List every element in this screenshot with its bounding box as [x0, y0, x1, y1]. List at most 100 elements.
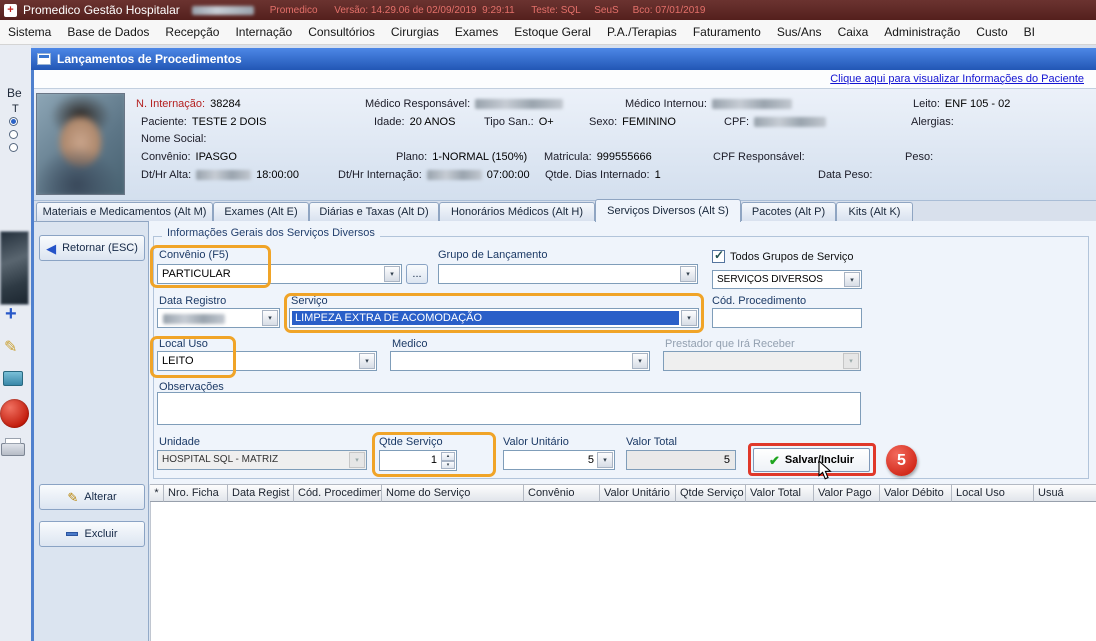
field-label: Idade: — [374, 116, 405, 128]
grid-col-data-regist[interactable]: Data Regist — [228, 484, 294, 502]
app-title: Promedico Gestão Hospitalar — [23, 3, 180, 17]
field-label: Dt/Hr Internação: — [338, 169, 422, 181]
pencil-icon: ✎ — [67, 491, 78, 504]
alterar-button[interactable]: ✎ Alterar — [39, 484, 145, 510]
field-data-peso: Data Peso: — [818, 169, 872, 181]
record-icon[interactable] — [0, 399, 29, 428]
tab-pacotes[interactable]: Pacotes (Alt P) — [741, 202, 836, 221]
background-toolbar-icon[interactable] — [3, 371, 23, 386]
menu-pa-terapias[interactable]: P.A./Terapias — [599, 25, 685, 39]
dropdown-arrow-icon[interactable]: ▾ — [844, 272, 860, 287]
cod-procedimento-input[interactable] — [712, 308, 862, 328]
menu-faturamento[interactable]: Faturamento — [685, 25, 769, 39]
local-uso-select[interactable]: LEITO ▾ — [157, 351, 377, 371]
menu-estoque-geral[interactable]: Estoque Geral — [506, 25, 599, 39]
field-medico-internou: Médico Internou: — [625, 98, 792, 110]
todos-grupos-checkbox[interactable]: ✓ — [712, 250, 725, 263]
grid-col-valor-total[interactable]: Valor Total — [746, 484, 814, 502]
spinner-buttons[interactable]: ▴ ▾ — [441, 452, 455, 469]
field-value: O+ — [539, 116, 554, 128]
menu-sistema[interactable]: Sistema — [0, 25, 59, 39]
field-label: Leito: — [913, 98, 940, 110]
tab-materiais-medicamentos[interactable]: Materiais e Medicamentos (Alt M) — [36, 202, 213, 221]
patient-photo — [36, 93, 125, 195]
dropdown-arrow-icon[interactable]: ▾ — [349, 452, 365, 468]
spinner-down-icon[interactable]: ▾ — [441, 461, 455, 470]
grid-col-qtde-servico[interactable]: Qtde Serviço — [676, 484, 746, 502]
field-nome-social: Nome Social: — [141, 133, 206, 145]
valor-total-label: Valor Total — [626, 436, 677, 448]
dropdown-arrow-icon[interactable]: ▾ — [632, 353, 648, 369]
grid-col-cod-procedimento[interactable]: Cód. Procediment — [294, 484, 382, 502]
menu-exames[interactable]: Exames — [447, 25, 506, 39]
app-logo-icon: + — [4, 4, 17, 17]
redacted-value — [427, 170, 482, 180]
menu-caixa[interactable]: Caixa — [830, 25, 877, 39]
dropdown-arrow-icon[interactable]: ▾ — [680, 266, 696, 282]
retornar-button[interactable]: ◀ Retornar (ESC) — [39, 235, 145, 261]
grupo-lancamento-select[interactable]: ▾ — [438, 264, 698, 284]
radio-button[interactable] — [9, 143, 18, 152]
field-cpf: CPF: — [724, 116, 826, 128]
grid-col-nro-ficha[interactable]: Nro. Ficha — [164, 484, 228, 502]
spinner-up-icon[interactable]: ▴ — [441, 452, 455, 461]
medico-select[interactable]: ▾ — [390, 351, 650, 371]
menu-sus-ans[interactable]: Sus/Ans — [769, 25, 830, 39]
grupo-servico-select[interactable]: SERVIÇOS DIVERSOS ▾ — [712, 270, 862, 289]
menu-consultorios[interactable]: Consultórios — [300, 25, 383, 39]
grid-col-nome-servico[interactable]: Nome do Serviço — [382, 484, 524, 502]
menu-cirurgias[interactable]: Cirurgias — [383, 25, 447, 39]
field-dt-hr-alta: Dt/Hr Alta: 18:00:00 — [141, 169, 299, 181]
grid-col-valor-pago[interactable]: Valor Pago — [814, 484, 880, 502]
menu-custo[interactable]: Custo — [968, 25, 1015, 39]
servico-value: LIMPEZA EXTRA DE ACOMODAÇÃO — [292, 311, 679, 325]
convenio-select[interactable]: PARTICULAR ▾ — [157, 264, 402, 284]
field-label: Dt/Hr Alta: — [141, 169, 191, 181]
redacted-value — [196, 170, 251, 180]
menu-administracao[interactable]: Administração — [876, 25, 968, 39]
servico-select[interactable]: LIMPEZA EXTRA DE ACOMODAÇÃO ▾ — [289, 308, 699, 328]
tab-servicos-diversos[interactable]: Serviços Diversos (Alt S) — [595, 199, 741, 222]
grid-col-convenio[interactable]: Convênio — [524, 484, 600, 502]
tab-kits[interactable]: Kits (Alt K) — [836, 202, 913, 221]
valor-unitario-select[interactable]: 5 ▾ — [503, 450, 615, 470]
menu-bi[interactable]: BI — [1016, 25, 1043, 39]
back-arrow-icon: ◀ — [46, 242, 56, 255]
grid-col-valor-unitario[interactable]: Valor Unitário — [600, 484, 676, 502]
field-matricula: Matricula: 999555666 — [544, 151, 652, 163]
menu-internacao[interactable]: Internação — [227, 25, 300, 39]
menu-base-de-dados[interactable]: Base de Dados — [59, 25, 157, 39]
data-registro-select[interactable]: ▾ — [157, 308, 280, 328]
tab-diarias-taxas[interactable]: Diárias e Taxas (Alt D) — [309, 202, 439, 221]
convenio-browse-button[interactable]: ... — [406, 264, 428, 284]
qtde-servico-stepper[interactable]: 1 ▴ ▾ — [379, 450, 457, 471]
field-value: IPASGO — [196, 151, 237, 163]
excluir-button[interactable]: Excluir — [39, 521, 145, 547]
grid-body[interactable] — [150, 502, 1096, 641]
tab-honorarios-medicos[interactable]: Honorários Médicos (Alt H) — [439, 202, 595, 221]
dropdown-arrow-icon[interactable]: ▾ — [359, 353, 375, 369]
radio-button[interactable] — [9, 130, 18, 139]
field-label: Alergias: — [911, 116, 954, 128]
window-icon — [37, 53, 51, 65]
field-label: CPF Responsável: — [713, 151, 805, 163]
medico-label: Medico — [392, 338, 427, 350]
unidade-select[interactable]: HOSPITAL SQL - MATRIZ ▾ — [157, 450, 367, 470]
dropdown-arrow-icon[interactable]: ▾ — [597, 452, 613, 468]
tab-exames[interactable]: Exames (Alt E) — [213, 202, 309, 221]
patient-info-link[interactable]: Clique aqui para visualizar Informações … — [830, 73, 1084, 85]
dropdown-arrow-icon[interactable]: ▾ — [384, 266, 400, 282]
grid-col-usuario[interactable]: Usuá — [1034, 484, 1096, 502]
salvar-incluir-button[interactable]: ✔ Salvar/Incluir — [753, 448, 870, 472]
menu-recepcao[interactable]: Recepção — [157, 25, 227, 39]
radio-button[interactable] — [9, 117, 18, 126]
todos-grupos-label[interactable]: Todos Grupos de Serviço — [730, 251, 854, 263]
dropdown-arrow-icon[interactable]: ▾ — [681, 310, 697, 326]
printer-icon[interactable] — [1, 443, 25, 456]
dropdown-arrow-icon[interactable]: ▾ — [262, 310, 278, 326]
pencil-icon[interactable]: ✎ — [4, 337, 17, 357]
grid-col-local-uso[interactable]: Local Uso — [952, 484, 1034, 502]
observacoes-input[interactable] — [157, 392, 861, 425]
plus-icon[interactable]: + — [5, 303, 17, 326]
grid-col-valor-debito[interactable]: Valor Débito — [880, 484, 952, 502]
